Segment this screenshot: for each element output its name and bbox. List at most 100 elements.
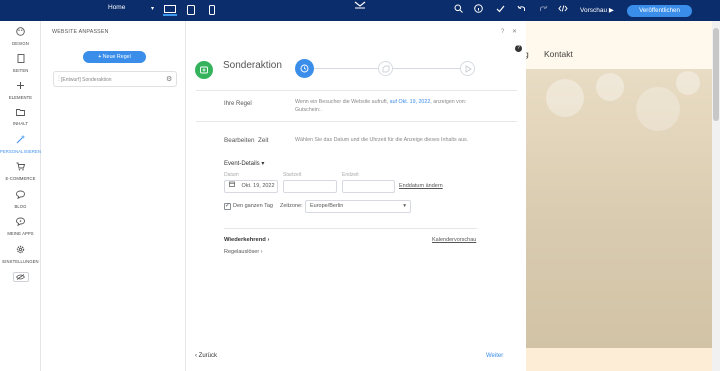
step-publish-indicator[interactable]: [460, 61, 475, 76]
chat-icon: [0, 190, 41, 202]
step-time-indicator[interactable]: [295, 59, 314, 78]
recurring-toggle[interactable]: Wiederkehrend ›: [224, 237, 269, 243]
sidebar-item-design[interactable]: DESIGN: [0, 27, 41, 46]
chevron-down-icon: ▾: [261, 161, 265, 167]
step-content-indicator[interactable]: [378, 61, 393, 76]
sidebar-item-label: EINSTELLUNGEN: [2, 259, 39, 264]
palette-icon: [0, 27, 41, 39]
play-icon: ▶: [608, 7, 614, 14]
visibility-toggle[interactable]: [0, 272, 41, 282]
step-connector: [314, 68, 378, 69]
event-details-toggle[interactable]: Event-Details ▾: [224, 160, 264, 167]
info-icon[interactable]: [472, 4, 484, 17]
sidebar-item-pages[interactable]: SEITEN: [0, 54, 41, 73]
next-button[interactable]: Weiter: [486, 353, 503, 359]
add-rule-button[interactable]: + Neue Regel: [83, 51, 146, 63]
site-nav-item[interactable]: g: [526, 49, 529, 59]
timezone-value: Europe/Berlin: [310, 203, 344, 209]
editor-window-controls: ? ✕: [501, 28, 517, 35]
trigger-label: Regelauslöser: [224, 249, 260, 255]
step-connector: [393, 68, 460, 69]
plus-icon: +: [98, 54, 102, 60]
site-preview: g Kontakt: [526, 21, 712, 371]
back-label: Zurück: [198, 353, 218, 359]
sidebar-item-label: DESIGN: [12, 41, 29, 46]
eye-icon: [12, 272, 29, 282]
sidebar-item-personalize[interactable]: PERSONALISIEREN: [0, 135, 41, 154]
sidebar-item-content[interactable]: INHALT: [0, 108, 41, 126]
search-icon[interactable]: [452, 4, 464, 17]
end-time-field[interactable]: [342, 180, 395, 193]
rule-section-label: Ihre Regel: [224, 101, 252, 107]
collapse-chevron-icon[interactable]: [354, 1, 366, 11]
redo-icon[interactable]: [537, 4, 549, 17]
gear-icon[interactable]: ⚙: [166, 75, 172, 83]
calendar-icon: [229, 181, 237, 189]
rule-desc-text: Wenn ein Besucher die Website aufruft,: [295, 99, 389, 105]
preview-label: Vorschau: [580, 7, 608, 14]
rule-label: [Entwurf] Sonderaktion: [61, 77, 112, 83]
folder-icon: [0, 108, 41, 119]
chevron-down-icon[interactable]: ▾: [151, 5, 154, 12]
sidebar-item-label: E-COMMERCE: [5, 176, 36, 181]
help-icon[interactable]: ?: [501, 29, 504, 35]
change-end-date-link[interactable]: Enddatum ändern: [399, 183, 443, 189]
sidebar-item-my-apps[interactable]: MEINE APPS: [0, 217, 41, 236]
date-field[interactable]: Okt. 19, 2022: [224, 180, 278, 193]
page-selector[interactable]: Home: [108, 4, 125, 11]
add-rule-label: Neue Regel: [102, 54, 131, 60]
cart-icon: [0, 162, 41, 174]
plus-icon: [0, 81, 41, 93]
sidebar-item-label: ELEMENTE: [8, 95, 33, 100]
rule-date-link[interactable]: auf Okt. 19, 2022: [390, 99, 431, 105]
bokeh-light: [546, 79, 584, 117]
publish-button[interactable]: Veröffentlichen: [627, 5, 692, 17]
all-day-checkbox[interactable]: ✓: [224, 203, 231, 210]
timezone-label: Zeitzone:: [280, 203, 303, 209]
rule-title: Sonderaktion: [223, 60, 282, 71]
divider: [196, 90, 517, 91]
site-nav: g Kontakt: [526, 21, 712, 69]
scrollbar-thumb[interactable]: [713, 28, 719, 121]
checkmark-icon[interactable]: [494, 4, 506, 17]
code-icon[interactable]: [557, 4, 569, 17]
edit-label: Bearbeiten: [224, 137, 255, 144]
back-button[interactable]: ‹ Zurück: [195, 353, 217, 359]
date-label: Datum: [224, 172, 239, 178]
sidebar-item-settings[interactable]: EINSTELLUNGEN: [0, 245, 41, 264]
timezone-select[interactable]: Europe/Berlin ▾: [305, 200, 411, 213]
sidebar-item-ecommerce[interactable]: E-COMMERCE: [0, 162, 41, 181]
start-time-field[interactable]: [283, 180, 337, 193]
sidebar-item-blog[interactable]: BLOG: [0, 190, 41, 209]
close-icon[interactable]: ✕: [512, 29, 517, 35]
calendar-preview-link[interactable]: Kalendervorschau: [432, 237, 476, 243]
sidebar-item-label: BLOG: [14, 204, 27, 209]
all-day-label: Den ganzen Tag: [233, 203, 273, 209]
undo-icon[interactable]: [515, 4, 527, 17]
mobile-view-icon[interactable]: [205, 4, 219, 16]
site-footer-band: [526, 348, 712, 371]
date-value: Okt. 19, 2022: [241, 183, 275, 189]
desktop-view-icon[interactable]: [163, 4, 177, 16]
rule-description: Wenn ein Besucher die Website aufruft, a…: [295, 98, 485, 114]
tablet-view-icon[interactable]: [184, 4, 198, 16]
site-nav-item[interactable]: Kontakt: [544, 49, 573, 59]
trigger-toggle[interactable]: Regelauslöser ›: [224, 249, 263, 255]
gear-icon: [0, 245, 41, 257]
sidebar-item-label: MEINE APPS: [7, 231, 34, 236]
page-icon: [0, 54, 41, 66]
chevron-left-icon: ‹: [195, 353, 197, 359]
rule-list-item[interactable]: ⋮ [Entwurf] Sonderaktion ⚙: [53, 71, 177, 87]
apps-icon: [0, 217, 41, 229]
start-time-label: Startzeit: [283, 172, 302, 178]
bokeh-light: [636, 87, 680, 131]
divider: [196, 121, 517, 122]
end-time-label: Endzeit: [342, 172, 359, 178]
preview-button[interactable]: Vorschau ▶: [580, 6, 614, 14]
help-circle-icon[interactable]: ?: [515, 45, 522, 52]
wand-icon: [0, 135, 41, 147]
sidebar-item-label: SEITEN: [12, 68, 29, 73]
panel-title: WEBSITE ANPASSEN: [52, 29, 109, 35]
sidebar-item-elements[interactable]: ELEMENTE: [0, 81, 41, 100]
time-label: Zeit: [258, 137, 269, 144]
